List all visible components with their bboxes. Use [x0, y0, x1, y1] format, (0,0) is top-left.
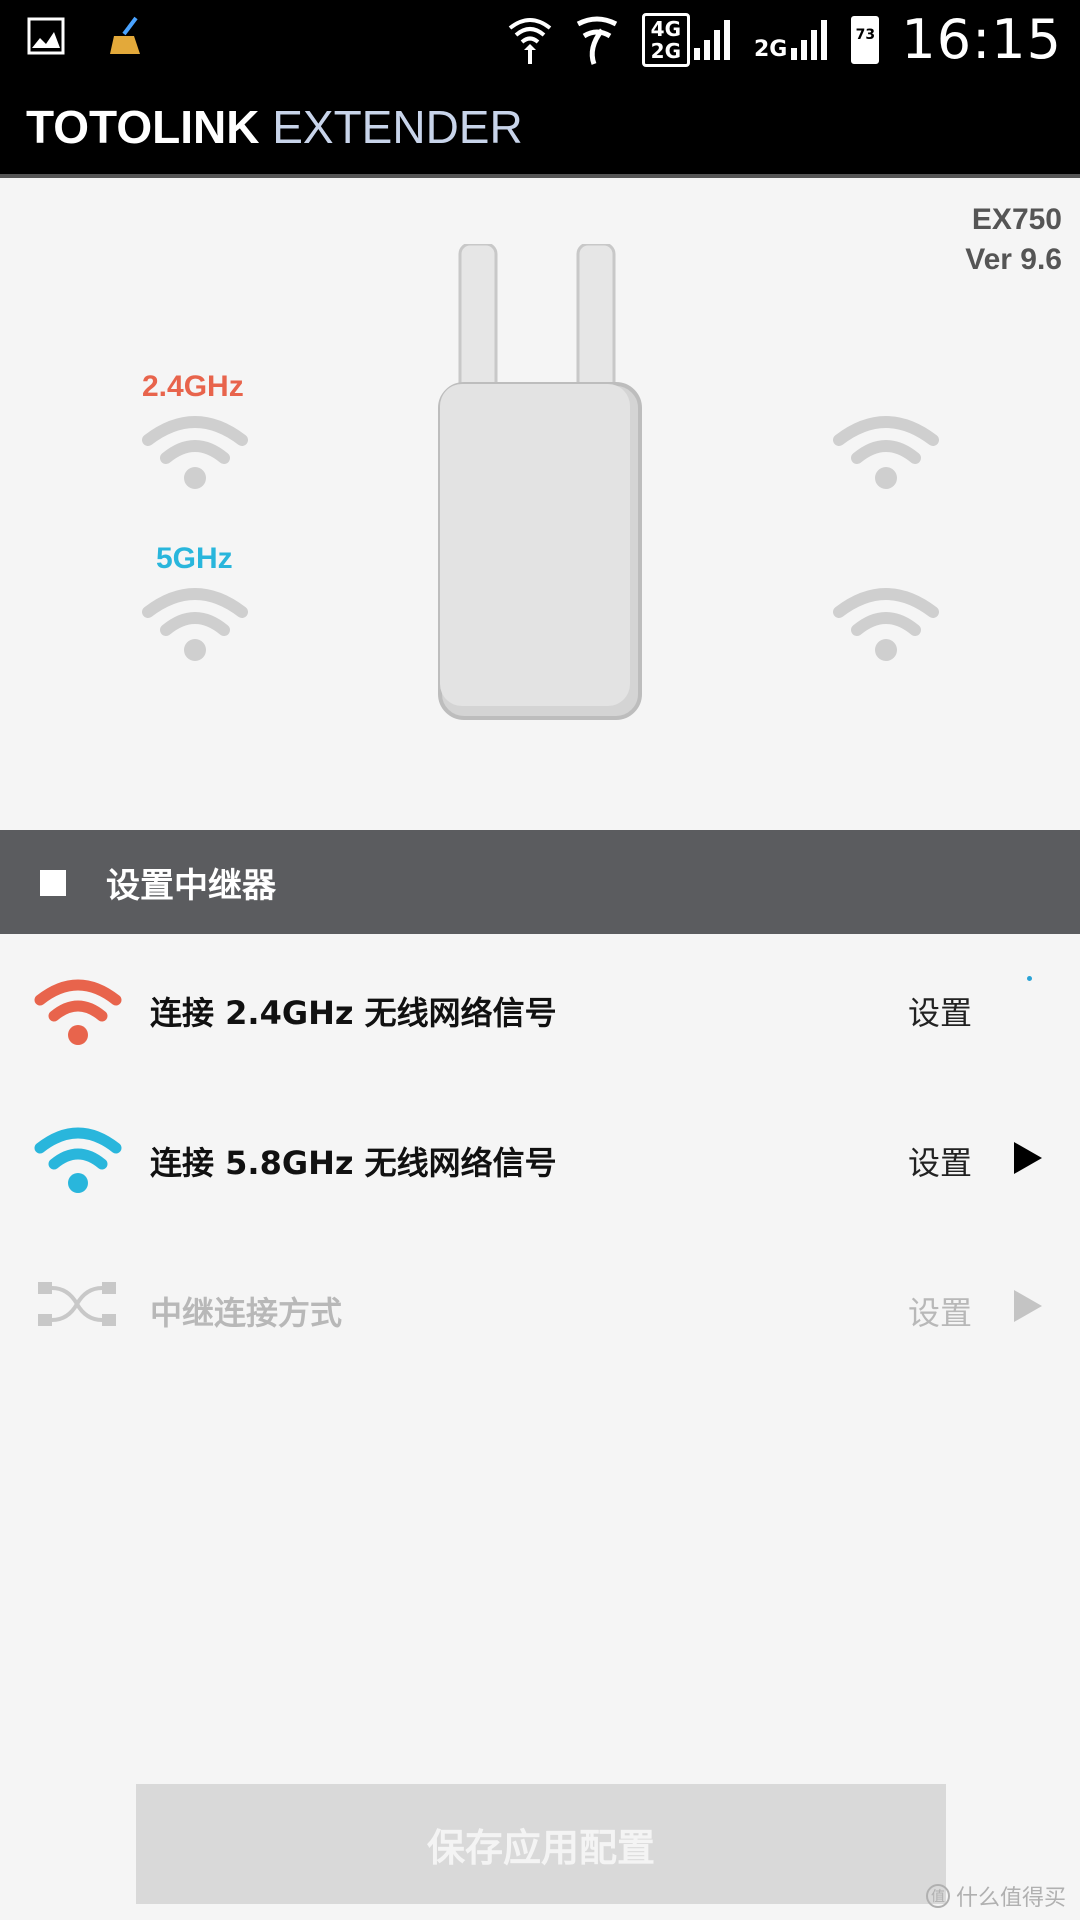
app-title-product: EXTENDER: [272, 101, 523, 153]
watermark-text: 什么值得买: [955, 1886, 1066, 1911]
app-header: TOTOLINK EXTENDER: [0, 78, 1080, 178]
section-title: 设置中继器: [106, 866, 276, 906]
signal-icon: [694, 19, 730, 60]
wifi-5-source-icon: [142, 588, 248, 661]
network-2g-b-label: 2G: [754, 36, 788, 62]
chevron-right-icon[interactable]: [1014, 1290, 1042, 1322]
telecom-icon: [576, 16, 617, 65]
model-name: EX750: [971, 203, 1062, 236]
row-connect-24ghz[interactable]: 连接 2.4GHz 无线网络信号 设置: [0, 936, 1080, 1084]
row-label: 中继连接方式: [150, 1294, 343, 1332]
watermark-icon: 值: [925, 1884, 950, 1908]
row-relay-mode[interactable]: 中继连接方式 设置: [0, 1232, 1080, 1380]
app-title-brand: TOTOLINK: [26, 101, 260, 153]
app-title: TOTOLINK EXTENDER: [26, 100, 523, 154]
wifi-24-extended-icon: [833, 416, 939, 489]
status-bar: 4G 2G 2G 73 16:15: [0, 0, 1080, 78]
band-24-label: 2.4GHz: [142, 370, 244, 403]
wifi-5-extended-icon: [833, 588, 939, 661]
row-connect-58ghz[interactable]: 连接 5.8GHz 无线网络信号 设置: [0, 1084, 1080, 1232]
section-marker-icon: [40, 870, 66, 896]
indicator-dot: [1027, 976, 1032, 981]
shuffle-icon: [38, 1282, 116, 1326]
cleaner-broom-icon: [110, 16, 140, 54]
save-apply-config-button[interactable]: 保存应用配置: [136, 1784, 946, 1904]
wifi-24-source-icon: [142, 416, 248, 489]
wifi-red-icon: [34, 979, 122, 1045]
section-header: 设置中继器: [0, 830, 1080, 934]
row-settings-link[interactable]: 设置: [908, 1288, 972, 1334]
clock: 16:15: [901, 8, 1062, 71]
band-5-label: 5GHz: [156, 542, 233, 575]
extender-device-illustration: [438, 244, 642, 720]
watermark: 值 什么值得买: [925, 1880, 1066, 1912]
network-2g-label: 2G: [650, 38, 681, 63]
row-label: 连接 2.4GHz 无线网络信号: [150, 994, 557, 1032]
network-type-box: 4G 2G: [641, 12, 690, 67]
device-status-panel: EX750 Ver 9.6 2.4GHz 5GHz: [0, 182, 1080, 830]
battery-icon: 73: [851, 15, 880, 64]
battery-level: 73: [855, 26, 876, 43]
chevron-right-icon[interactable]: [1014, 1142, 1042, 1174]
wifi-blue-icon: [34, 1127, 122, 1193]
image-icon: [27, 17, 65, 55]
network-4g-label: 4G: [650, 16, 681, 41]
row-label: 连接 5.8GHz 无线网络信号: [150, 1144, 557, 1182]
row-settings-link[interactable]: 设置: [908, 1138, 972, 1184]
model-info: EX750 Ver 9.6: [965, 200, 1062, 280]
save-button-label: 保存应用配置: [426, 1827, 655, 1870]
signal-2-icon: [791, 19, 828, 60]
row-settings-link[interactable]: 设置: [908, 988, 972, 1034]
wifi-icon: [508, 17, 551, 64]
firmware-version: Ver 9.6: [965, 243, 1062, 276]
